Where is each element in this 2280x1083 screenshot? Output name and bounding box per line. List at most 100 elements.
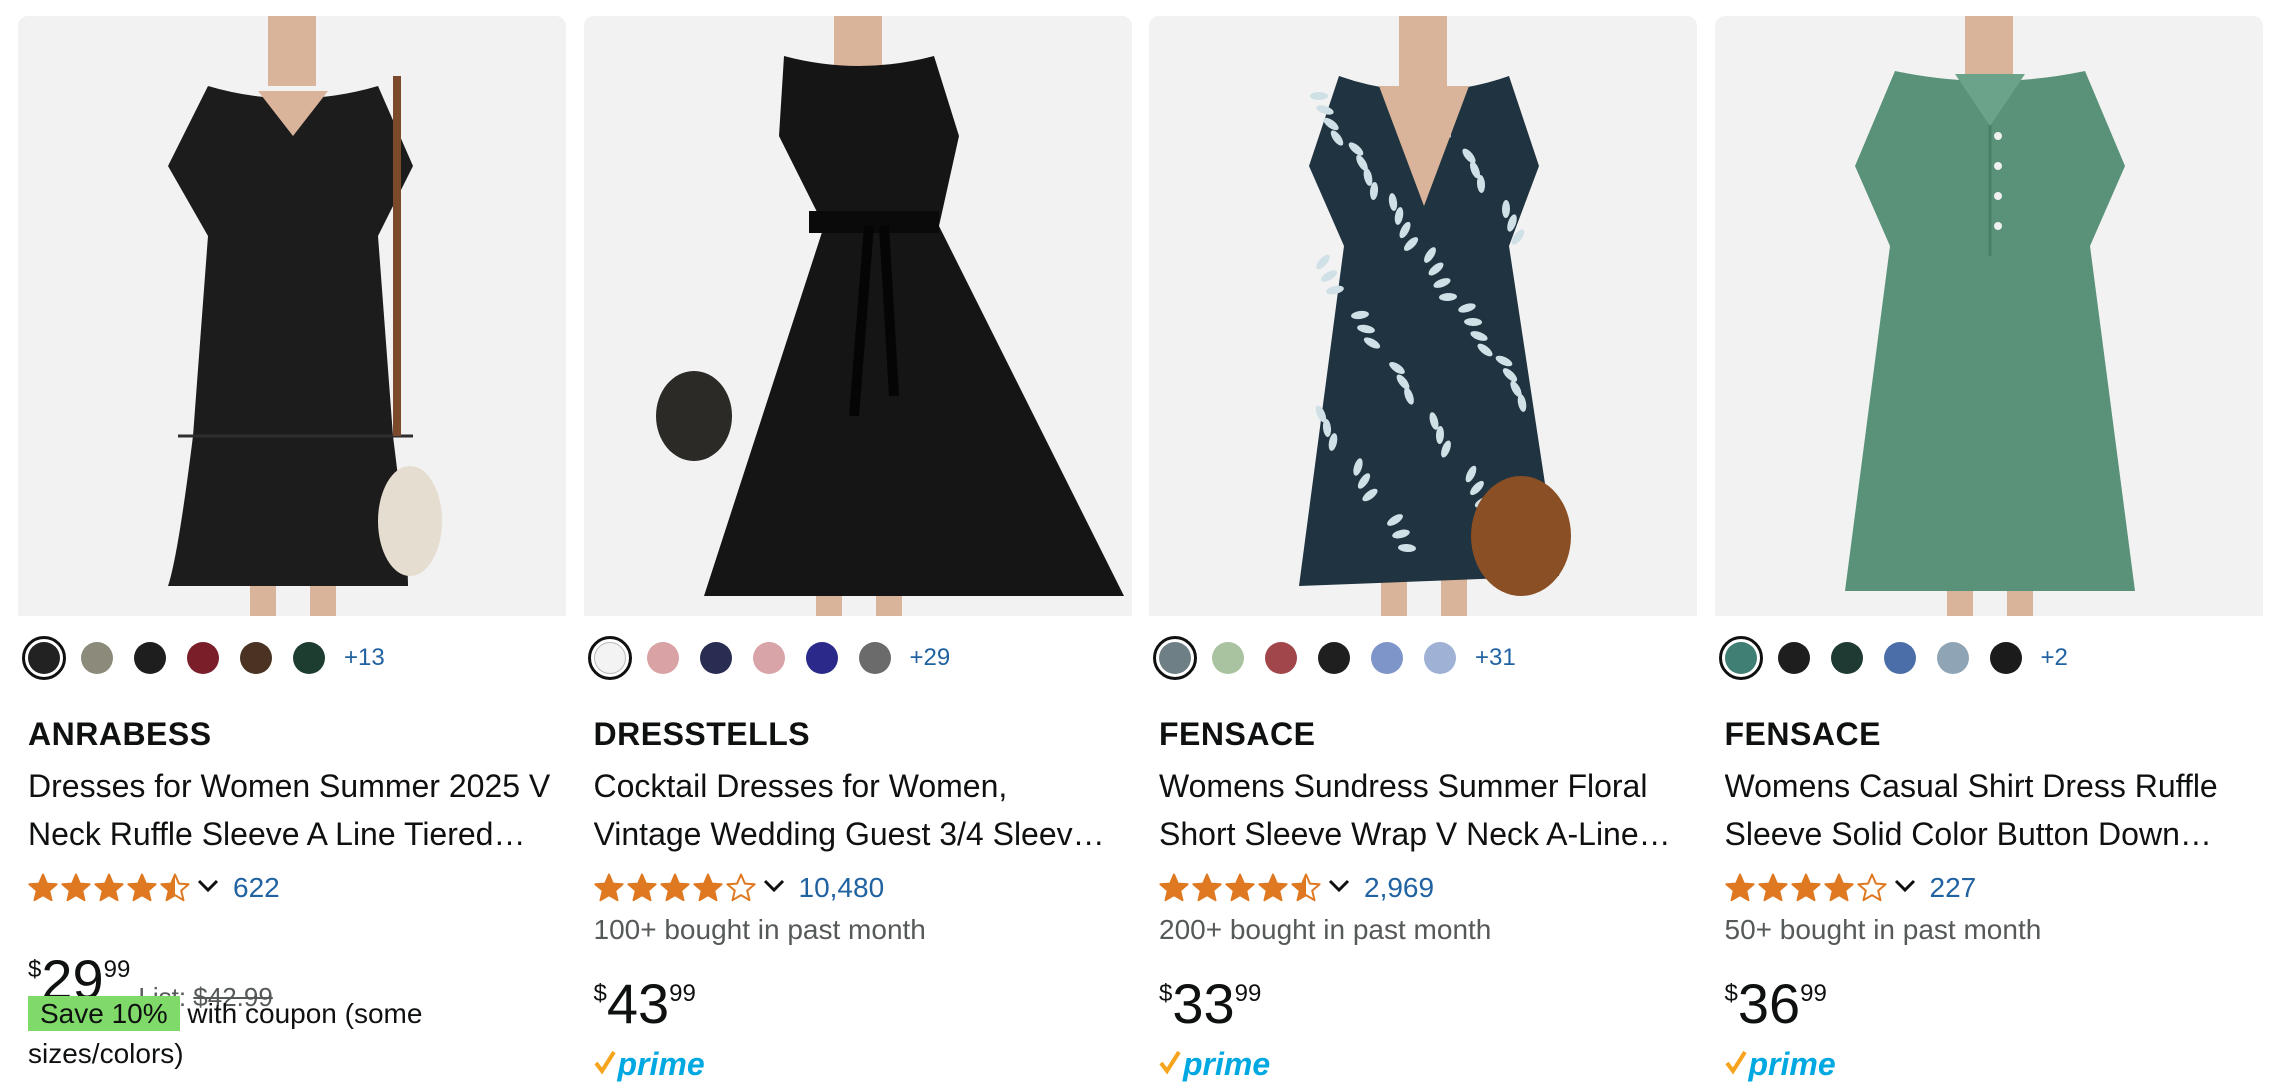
product-card[interactable]: +2 FENSACE Womens Casual Shirt Dress Ruf… — [1714, 16, 2263, 1082]
chevron-down-icon[interactable] — [1894, 879, 1916, 898]
more-colors-link[interactable]: +2 — [2041, 644, 2068, 672]
product-brand: FENSACE — [1724, 716, 1881, 752]
prime-check-icon — [593, 1049, 616, 1080]
prime-check-icon — [1724, 1049, 1747, 1080]
price: $ 33 99 — [1159, 974, 1261, 1034]
product-title-link[interactable]: Dresses for Women Summer 2025 V Neck Ruf… — [28, 762, 556, 858]
color-swatch[interactable] — [81, 642, 113, 674]
color-swatches: +2 — [1718, 636, 2068, 680]
product-image[interactable] — [1149, 16, 1697, 616]
color-swatch[interactable] — [1936, 642, 1969, 674]
bought-past-month: 100+ bought in past month — [593, 914, 926, 945]
star-icon — [1159, 873, 1189, 902]
star-icon — [725, 873, 756, 902]
product-image[interactable] — [583, 16, 1132, 616]
product-brand: DRESSTELLS — [593, 716, 811, 752]
product-title-link[interactable]: Womens Sundress Summer Floral Short Slee… — [1159, 762, 1687, 858]
bought-past-month: 50+ bought in past month — [1724, 914, 2042, 945]
price-whole: 33 — [1172, 972, 1235, 1035]
chevron-down-icon[interactable] — [763, 879, 785, 898]
rating-count-link[interactable]: 227 — [1930, 872, 1977, 904]
color-swatch[interactable] — [1424, 642, 1456, 674]
price: $ 36 99 — [1725, 974, 1827, 1034]
bought-past-month: 200+ bought in past month — [1159, 914, 1492, 945]
rating-count-link[interactable]: 622 — [233, 872, 280, 904]
color-swatch[interactable] — [187, 642, 219, 674]
product-title-link[interactable]: Cocktail Dresses for Women, Vintage Wedd… — [594, 762, 1122, 858]
color-swatch[interactable] — [1265, 642, 1297, 674]
product-card[interactable]: +13 ANRABESS Dresses for Women Summer 20… — [18, 16, 566, 1072]
more-colors-link[interactable]: +13 — [344, 644, 385, 672]
star-rating[interactable] — [28, 873, 193, 903]
prime-label: prime — [1183, 1046, 1271, 1082]
color-swatch[interactable] — [1830, 642, 1863, 674]
coupon: Save 10% with coupon (some sizes/colors) — [28, 994, 528, 1074]
color-swatches: +13 — [22, 636, 385, 680]
color-swatch[interactable] — [1883, 642, 1916, 674]
product-image[interactable] — [1714, 16, 2263, 616]
star-icon — [28, 873, 58, 902]
color-swatch[interactable] — [1371, 642, 1403, 674]
color-swatch[interactable] — [240, 642, 272, 674]
prime-label: prime — [1748, 1046, 1836, 1082]
color-swatch[interactable] — [805, 642, 838, 674]
star-rating[interactable] — [1159, 873, 1324, 903]
star-icon — [1225, 873, 1255, 902]
star-icon — [160, 873, 190, 902]
price-fraction: 99 — [1800, 980, 1827, 1007]
product-image[interactable] — [18, 16, 566, 616]
color-swatch[interactable] — [646, 642, 679, 674]
color-swatch[interactable] — [1989, 642, 2022, 674]
price-currency: $ — [28, 956, 42, 983]
product-brand: ANRABESS — [28, 716, 212, 752]
chevron-down-icon[interactable] — [1328, 879, 1350, 898]
more-colors-link[interactable]: +31 — [1475, 644, 1516, 672]
color-swatch[interactable] — [1718, 636, 1763, 680]
product-title-link[interactable]: Womens Casual Shirt Dress Ruffle Sleeve … — [1725, 762, 2253, 858]
price-fraction: 99 — [669, 980, 696, 1007]
prime-label: prime — [617, 1046, 705, 1082]
coupon-badge[interactable]: Save 10% — [28, 996, 180, 1031]
rating-count-link[interactable]: 10,480 — [799, 872, 885, 904]
black-swing-dress-image — [655, 16, 1124, 616]
color-swatch[interactable] — [1212, 642, 1244, 674]
star-icon — [692, 873, 723, 902]
product-card[interactable]: +29 DRESSTELLS Cocktail Dresses for Wome… — [583, 16, 1132, 1082]
price-fraction: 99 — [1234, 980, 1262, 1007]
color-swatch[interactable] — [752, 642, 785, 674]
star-icon — [1790, 873, 1821, 902]
prime-check-icon — [1159, 1049, 1181, 1080]
rating-row: 227 — [1724, 868, 1977, 908]
product-brand: FENSACE — [1159, 716, 1316, 752]
prime-badge: prime — [1159, 1046, 1270, 1083]
rating-row: 2,969 — [1159, 868, 1434, 908]
chevron-down-icon[interactable] — [197, 879, 219, 898]
rating-row: 10,480 — [593, 868, 885, 908]
color-swatch[interactable] — [1318, 642, 1350, 674]
color-swatch[interactable] — [134, 642, 166, 674]
prime-badge: prime — [1724, 1046, 1836, 1083]
prime-badge: prime — [593, 1046, 705, 1083]
color-swatch[interactable] — [1153, 636, 1197, 680]
color-swatch[interactable] — [22, 636, 66, 680]
star-rating[interactable] — [593, 873, 759, 903]
green-shirt-dress-image — [1844, 16, 2135, 616]
star-icon — [1757, 873, 1788, 902]
star-icon — [1823, 873, 1854, 902]
star-icon — [61, 873, 91, 902]
color-swatches: +31 — [1153, 636, 1516, 680]
color-swatch[interactable] — [699, 642, 732, 674]
price-whole: 36 — [1737, 972, 1801, 1035]
color-swatch[interactable] — [1777, 642, 1810, 674]
more-colors-link[interactable]: +29 — [910, 644, 951, 672]
product-card[interactable]: +31 FENSACE Womens Sundress Summer Flora… — [1149, 16, 1697, 1082]
price-currency: $ — [593, 980, 607, 1007]
color-swatch[interactable] — [587, 636, 632, 680]
star-icon — [1258, 873, 1288, 902]
star-icon — [659, 873, 690, 902]
rating-count-link[interactable]: 2,969 — [1364, 872, 1434, 904]
color-swatch[interactable] — [858, 642, 891, 674]
star-icon — [127, 873, 157, 902]
star-rating[interactable] — [1724, 873, 1890, 903]
color-swatch[interactable] — [293, 642, 325, 674]
